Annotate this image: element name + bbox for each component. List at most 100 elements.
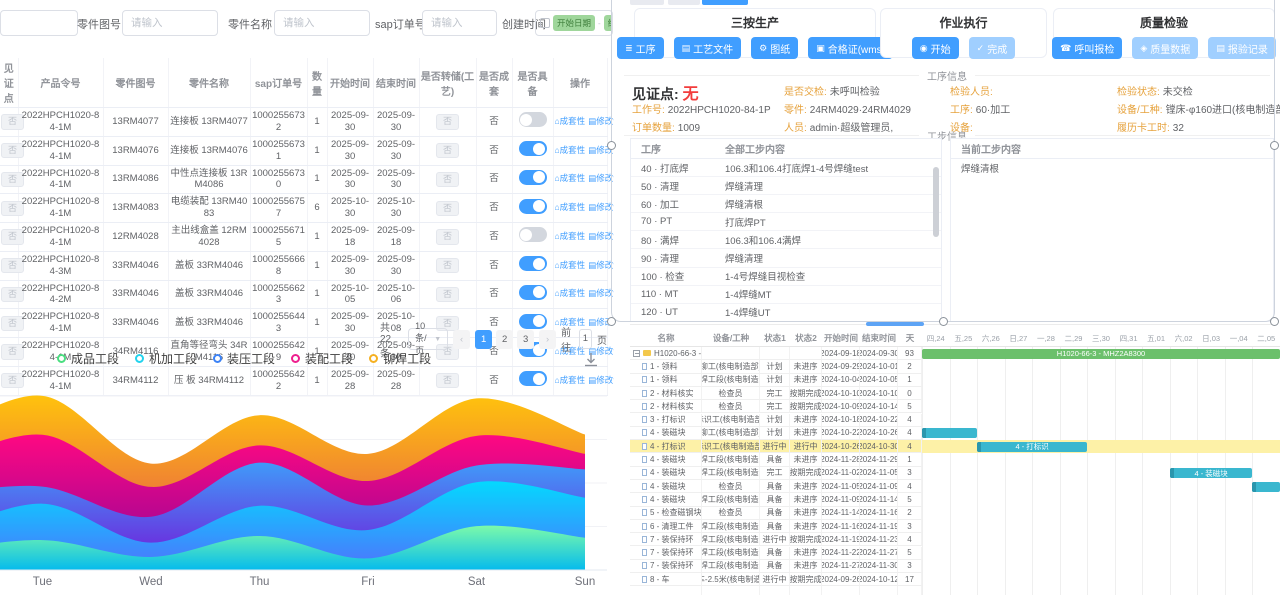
gantt-cell[interactable]: 4 - 打标识 — [630, 440, 702, 453]
house-icon: ⌂ — [555, 317, 560, 327]
set-completeness-link[interactable]: ⌂成套性 — [555, 173, 586, 183]
gantt-cell[interactable]: 1 - 领料 — [630, 374, 702, 387]
date-end[interactable]: 结束日期 — [604, 15, 613, 31]
gantt-cell[interactable]: 3 - 打标识 — [630, 414, 702, 427]
ready-toggle[interactable] — [519, 112, 547, 127]
ready-toggle[interactable] — [519, 227, 547, 242]
button-图纸[interactable]: ⚙图纸 — [751, 37, 798, 59]
resize-handle-bottom-right[interactable] — [1270, 317, 1279, 326]
button-质量数据[interactable]: ◈质量数据 — [1132, 37, 1198, 59]
gantt-cell[interactable]: 7 - 装保持环 — [630, 547, 702, 560]
gantt-cell[interactable]: 5 - 检查磁钢块外径 — [630, 507, 702, 520]
gantt-cell[interactable] — [630, 586, 702, 595]
info-field: 工作号:2022HPCH1020-84-1P — [632, 102, 771, 120]
set-completeness-link[interactable]: ⌂成套性 — [555, 375, 586, 385]
horizontal-scrollbar-thumb[interactable] — [866, 322, 924, 326]
gantt-bar[interactable] — [1252, 482, 1280, 492]
legend-item[interactable]: 机加工段 — [135, 350, 197, 367]
set-completeness-link[interactable]: ⌂成套性 — [555, 288, 586, 298]
gantt-cell — [822, 586, 860, 595]
ready-toggle[interactable] — [519, 371, 547, 386]
gantt-cell[interactable]: 4 - 装磁块 — [630, 427, 702, 440]
gantt-cell[interactable]: 4 - 装磁块 — [630, 453, 702, 466]
tab-inactive[interactable] — [668, 0, 700, 5]
date-start[interactable]: 开始日期 — [553, 15, 595, 31]
house-icon: ⌂ — [555, 260, 560, 270]
gantt-bar[interactable]: H1020-66-3 - MHZ2A8300 — [922, 349, 1280, 359]
play-icon: ◉ — [920, 43, 928, 54]
gantt-cell: 17 — [898, 573, 922, 586]
next-page-button[interactable]: › — [539, 330, 556, 349]
gantt-cell[interactable]: 7 - 装保持环 — [630, 560, 702, 573]
part-search-input-cut[interactable] — [0, 10, 78, 36]
cell-name: 主出线盒盖 12RM4028 — [168, 223, 250, 252]
button-工艺文件[interactable]: ▤工艺文件 — [674, 37, 742, 59]
page-button[interactable]: 3 — [517, 330, 534, 349]
gantt-cell[interactable]: 1 - 领料 — [630, 360, 702, 373]
button-呼叫报检[interactable]: ☎呼叫报检 — [1052, 37, 1122, 59]
prev-page-button[interactable]: ‹ — [453, 330, 470, 349]
set-completeness-link[interactable]: ⌂成套性 — [555, 116, 586, 126]
gantt-bar[interactable]: 4 - 装磁块 — [1170, 468, 1253, 478]
set-completeness-link[interactable]: ⌂成套性 — [555, 260, 586, 270]
button-工序[interactable]: ≣工序 — [617, 37, 664, 59]
tab-active[interactable] — [702, 0, 748, 5]
legend-item[interactable]: 成品工段 — [57, 350, 119, 367]
gantt-cell[interactable]: 7 - 装保持环 — [630, 533, 702, 546]
set-completeness-link[interactable]: ⌂成套性 — [555, 145, 586, 155]
set-completeness-link[interactable]: ⌂成套性 — [555, 202, 586, 212]
ready-toggle[interactable] — [519, 285, 547, 300]
gantt-bar[interactable]: 4 - 打标识 — [977, 442, 1087, 452]
step-row: 80 · 满焊106.3和106.4满焊 — [631, 231, 941, 249]
gantt-grid-line — [977, 347, 978, 595]
ready-toggle[interactable] — [519, 256, 547, 271]
ready-toggle[interactable] — [519, 141, 547, 156]
button-报验记录[interactable]: ▤报验记录 — [1208, 37, 1276, 59]
goto-page-input[interactable]: 1 — [579, 329, 592, 349]
button-完成[interactable]: ✓完成 — [969, 37, 1016, 59]
date-range-picker[interactable]: 开始日期-结束日期 — [535, 10, 613, 36]
legend-item[interactable]: 铆焊工段 — [369, 350, 431, 367]
cell-part: 13RM4076 — [103, 136, 168, 165]
gantt-column-header: 开始时间 — [822, 330, 860, 347]
gantt-cell[interactable]: 4 - 装磁块 — [630, 493, 702, 506]
gantt-cell: 检查员 — [702, 400, 760, 413]
gantt-cell[interactable]: H1020-66-3 - MHZ2A8300 — [630, 347, 702, 360]
filter-input-1[interactable]: 请输入 — [274, 10, 370, 36]
cell-part: 13RM4077 — [103, 108, 168, 137]
gantt-cell[interactable]: 8 - 车 — [630, 573, 702, 586]
ready-toggle[interactable] — [519, 199, 547, 214]
legend-item[interactable]: 装压工段 — [213, 350, 275, 367]
gantt-bar[interactable] — [922, 428, 977, 438]
ready-toggle[interactable] — [519, 314, 547, 329]
table-row: 否2022HPCH1020-84-1M13RM4086中性点连接板 13RM40… — [0, 165, 607, 194]
resize-handle-right[interactable] — [1270, 141, 1279, 150]
steps-vertical-scrollbar[interactable] — [933, 167, 939, 237]
resize-handle-bottom-left[interactable] — [607, 317, 616, 326]
filter-input-0[interactable]: 请输入 — [122, 10, 218, 36]
download-icon[interactable] — [583, 352, 599, 369]
resize-handle-left[interactable] — [607, 141, 616, 150]
gantt-cell[interactable]: 6 - 清理工件 — [630, 520, 702, 533]
tab-inactive[interactable] — [630, 0, 664, 5]
gantt-grid-line — [1005, 347, 1006, 595]
page-button[interactable]: 2 — [496, 330, 513, 349]
doc-icon — [642, 403, 647, 410]
cell-part: 13RM4083 — [103, 194, 168, 223]
gantt-cell: 检查员 — [702, 480, 760, 493]
gantt-cell[interactable]: 4 - 装磁块 — [630, 480, 702, 493]
gantt-cell: 93 — [898, 347, 922, 360]
set-completeness-link[interactable]: ⌂成套性 — [555, 231, 586, 241]
button-开始[interactable]: ◉开始 — [912, 37, 959, 59]
gantt-cell[interactable]: 2 - 材料核实 — [630, 387, 702, 400]
page-size-select[interactable]: 10条/页 ▼ — [408, 328, 448, 350]
ready-toggle[interactable] — [519, 170, 547, 185]
page-button[interactable]: 1 — [475, 330, 492, 349]
filter-input-2[interactable]: 请输入 — [422, 10, 497, 36]
resize-handle-bottom-center[interactable] — [939, 317, 948, 326]
gantt-cell[interactable]: 4 - 装磁块 — [630, 467, 702, 480]
legend-item[interactable]: 装配工段 — [291, 350, 353, 367]
gantt-task-name: 3 - 打标识 — [650, 414, 686, 425]
gantt-cell[interactable]: 2 - 材料核实 — [630, 400, 702, 413]
collapse-icon[interactable] — [633, 350, 640, 357]
